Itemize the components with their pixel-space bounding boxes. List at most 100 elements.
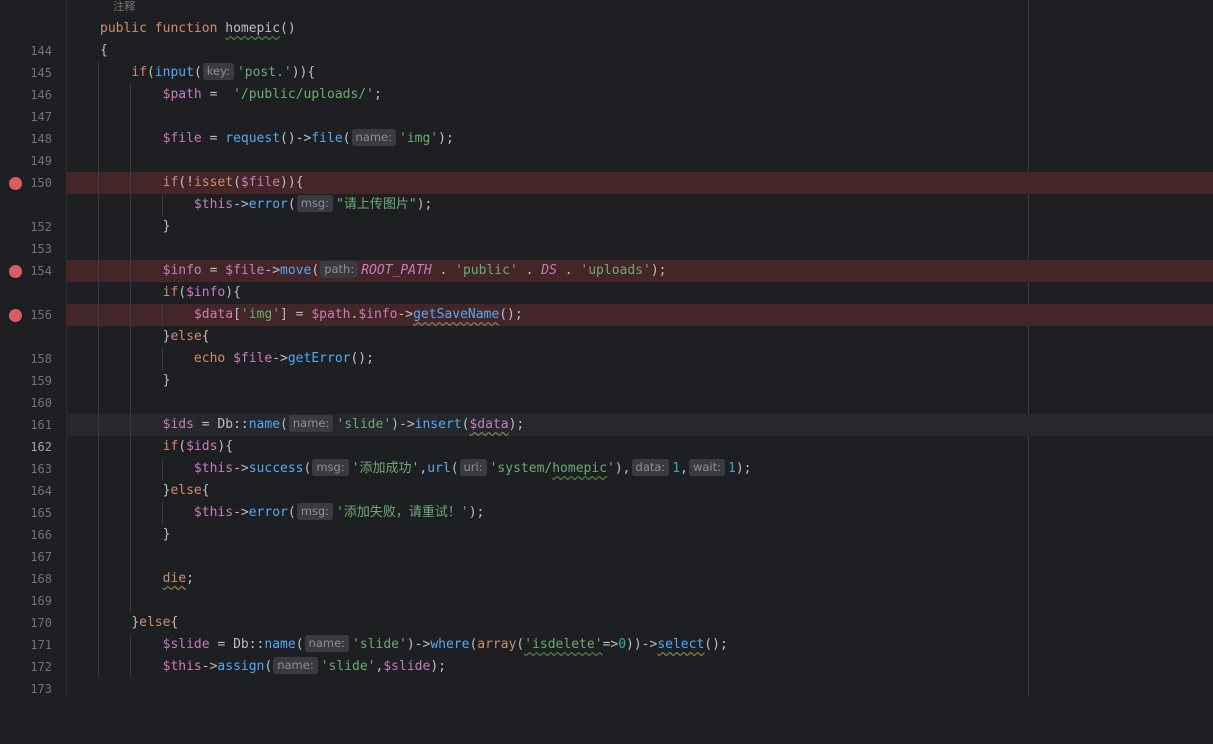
punct: ( <box>178 439 187 454</box>
param-hint: path: <box>320 261 359 278</box>
param-hint: data: <box>631 459 670 476</box>
breakpoint-icon[interactable] <box>9 309 22 322</box>
punct: )){ <box>280 175 304 190</box>
punct: ), <box>614 461 631 476</box>
code-line[interactable]: 166 $this->error(msg: '添加失败，请重试！'); <box>0 502 1213 542</box>
code-line[interactable]: 148 <box>0 106 1213 146</box>
code-line[interactable]: 169 die; <box>0 568 1213 608</box>
code-line[interactable]: 156 if($info){ <box>0 282 1213 322</box>
constant: DS <box>541 263 557 278</box>
punct: (); <box>704 637 728 652</box>
punct: ( <box>287 505 296 520</box>
number: 1 <box>727 461 736 476</box>
variable: $ids <box>186 439 218 454</box>
string: '添加成功' <box>351 461 420 476</box>
string: 'slide' <box>336 417 392 432</box>
code-line[interactable]: 165 }else{ <box>0 480 1213 520</box>
variable: $this <box>193 505 234 520</box>
string: ' <box>607 461 615 476</box>
variable: $ids <box>162 417 194 432</box>
variable: $info <box>358 307 398 322</box>
code-line[interactable]: 173 $this->assign(name:'slide',$slide); <box>0 656 1213 696</box>
string: 'public' <box>455 263 518 278</box>
keyword: if <box>162 439 179 454</box>
punct: ))-> <box>626 637 658 652</box>
punct: [ <box>233 307 241 322</box>
code-line[interactable]: 158 }else{ <box>0 326 1213 366</box>
code-line[interactable]: 153 } <box>0 216 1213 256</box>
code-line[interactable]: 163 if($ids){ <box>0 436 1213 476</box>
code-line[interactable]: 171 }else{ <box>0 612 1213 652</box>
punct: , <box>680 461 688 476</box>
punct <box>225 351 233 366</box>
breakpoint-icon[interactable] <box>9 265 22 278</box>
code-line[interactable]: 168 <box>0 546 1213 586</box>
string: 'uploads' <box>580 263 651 278</box>
keyword: public <box>100 21 147 36</box>
code-line[interactable]: 144 public function homepic() <box>0 18 1213 58</box>
variable: $file <box>233 351 273 366</box>
method-call: insert <box>414 417 462 432</box>
punct: ( <box>280 417 288 432</box>
code-line[interactable]: 172 $slide = Db::name(name:'slide')->whe… <box>0 634 1213 674</box>
string: '添加失败，请重试！' <box>336 505 469 520</box>
punct: ( <box>342 131 351 146</box>
code-line[interactable]: 147 $path = '/public/uploads/'; <box>0 84 1213 124</box>
function-call: url <box>427 461 451 476</box>
punct: ( <box>264 659 273 674</box>
code-line[interactable]: 170 <box>0 590 1213 630</box>
code-line-breakpoint[interactable]: 151 if(!isset($file)){ <box>0 172 1213 194</box>
code-line[interactable]: 152 $this->error(msg: "请上传图片"); <box>0 194 1213 234</box>
keyword: else <box>139 615 171 630</box>
variable: $this <box>162 659 202 674</box>
punct: (); <box>350 351 374 366</box>
code-editor[interactable]: 注释 144 public function homepic() 145 { 1… <box>0 0 1213 696</box>
code-line[interactable]: 167 } <box>0 524 1213 564</box>
param-hint: msg: <box>312 459 349 476</box>
string: 'img' <box>240 307 281 322</box>
code-line[interactable]: 149 $file = request()->file(name:'img'); <box>0 128 1213 168</box>
punct: -> <box>233 505 249 520</box>
code-line[interactable]: 160 } <box>0 370 1213 410</box>
code-line[interactable]: 150 <box>0 150 1213 190</box>
string: 'post.' <box>236 65 292 80</box>
punct: { <box>170 615 179 630</box>
string: 'slide' <box>352 637 407 652</box>
code-line[interactable]: 145 { <box>0 40 1213 80</box>
punct: => <box>602 637 619 652</box>
param-hint: msg: <box>296 195 334 212</box>
variable: $data <box>193 307 234 322</box>
punct: { <box>201 483 210 498</box>
punct: } <box>162 373 171 388</box>
punct: ( <box>178 285 187 300</box>
code-line[interactable]: 164 $this->success(msg: '添加成功',url(url:'s… <box>0 458 1213 498</box>
code-line[interactable]: 146 if(input(key:'post.')){ <box>0 62 1213 102</box>
variable: $path <box>311 307 351 322</box>
code-line[interactable]: 161 <box>0 392 1213 432</box>
comment-text: 注释 <box>100 0 136 13</box>
string: 'isdelete' <box>524 637 603 652</box>
punct: ); <box>438 131 454 146</box>
code-line[interactable]: 159 echo $file->getError(); <box>0 348 1213 388</box>
punct: ); <box>468 505 485 520</box>
code-line-breakpoint[interactable]: 155 $info = $file->move(path:ROOT_PATH .… <box>0 260 1213 282</box>
string: '/public/uploads/' <box>233 87 374 102</box>
punct: ){ <box>217 439 234 454</box>
punct: ( <box>295 637 304 652</box>
code-line[interactable]: 154 <box>0 238 1213 278</box>
code-line[interactable]: 注释 <box>0 0 1213 18</box>
variable: $slide <box>383 659 431 674</box>
punct: ; <box>186 571 194 586</box>
param-hint: name: <box>304 635 350 652</box>
param-hint: key: <box>202 63 234 80</box>
punct: ); <box>650 263 667 278</box>
punct: = Db:: <box>193 417 249 432</box>
punct: , <box>375 659 384 674</box>
code-line-current[interactable]: 162 $ids = Db::name(name:'slide')->inser… <box>0 414 1213 454</box>
code-line-breakpoint[interactable]: 157 $data['img'] = $path.$info->getSaveN… <box>0 304 1213 326</box>
punct: = <box>201 131 226 146</box>
breakpoint-icon[interactable] <box>9 177 22 190</box>
method-call: success <box>248 461 304 476</box>
string: homepic <box>552 461 608 476</box>
method-call: name <box>264 637 296 652</box>
